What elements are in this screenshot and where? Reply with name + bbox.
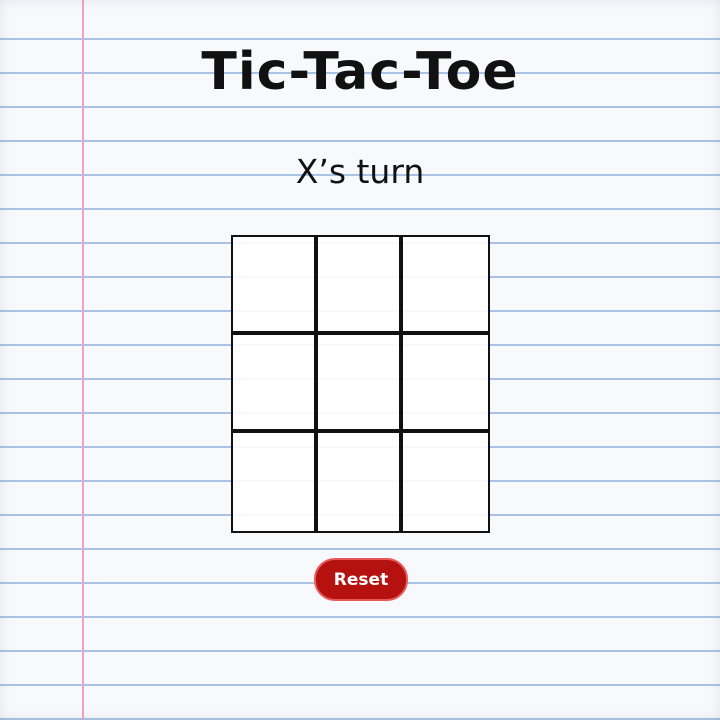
board-cell-3[interactable] <box>403 237 488 335</box>
game-title: Tic-Tac-Toe <box>201 42 519 102</box>
reset-button[interactable]: Reset <box>314 558 408 601</box>
board-cell-9[interactable] <box>403 433 488 531</box>
turn-status: X’s turn <box>295 152 425 191</box>
board-cell-6[interactable] <box>403 335 488 433</box>
notebook-margin-line <box>82 0 84 720</box>
board-cell-7[interactable] <box>233 433 318 531</box>
board-cell-4[interactable] <box>233 335 318 433</box>
board-cell-1[interactable] <box>233 237 318 335</box>
board-cell-5[interactable] <box>318 335 403 433</box>
board-cell-2[interactable] <box>318 237 403 335</box>
board-cell-8[interactable] <box>318 433 403 531</box>
game-board <box>231 235 490 533</box>
